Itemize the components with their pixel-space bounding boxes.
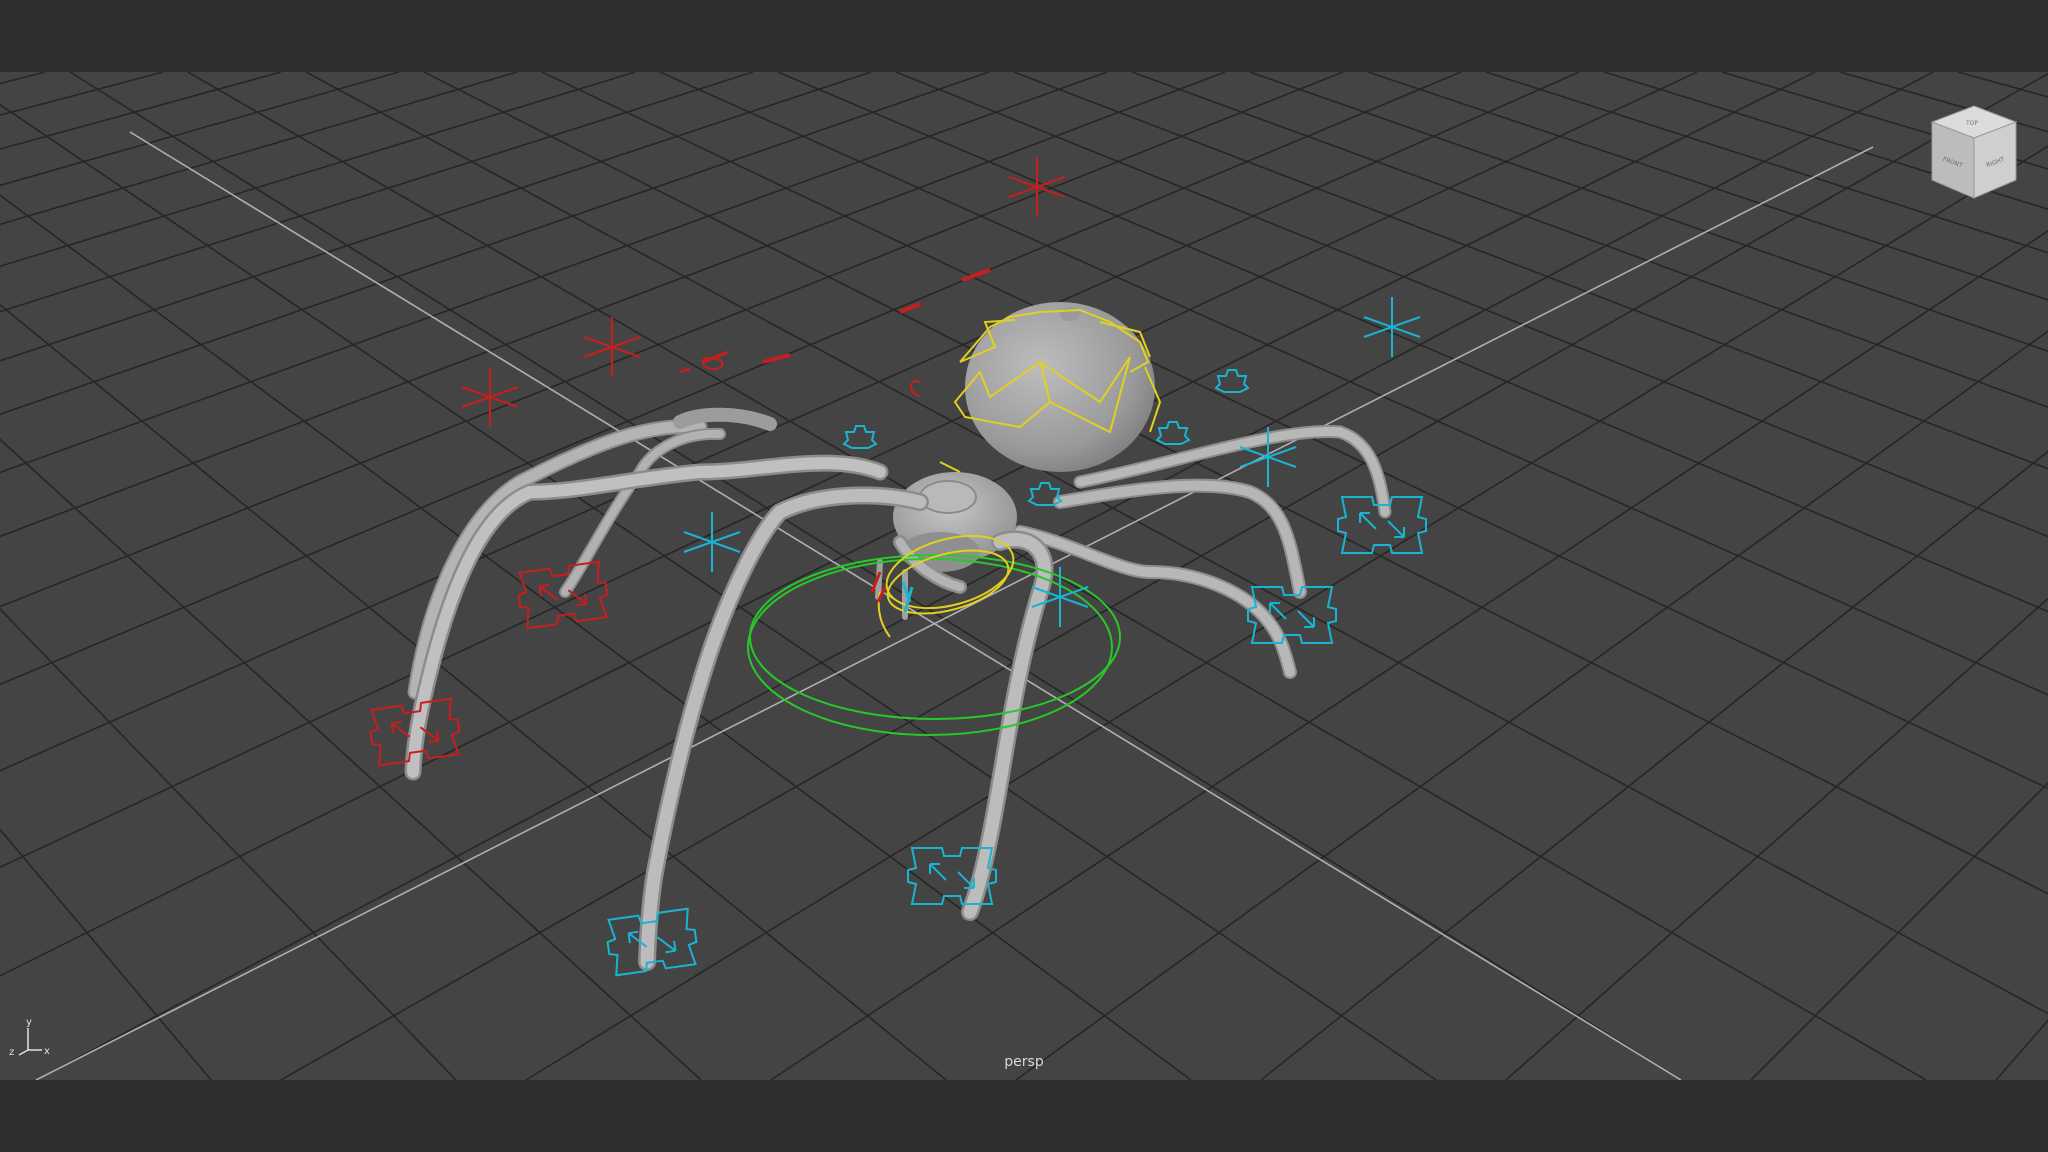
grid-line: [35, 72, 1934, 1080]
grid-line: [0, 194, 1192, 1080]
grid-line: [0, 72, 1698, 869]
grid-line: [1603, 72, 2048, 211]
viewport-scene[interactable]: [0, 72, 2048, 1080]
grid-line: [895, 72, 2048, 538]
grid-line: [777, 72, 2048, 613]
left-leg-controls[interactable]: [366, 156, 1066, 767]
grid-line: [0, 72, 1462, 686]
grid-line: [0, 72, 1580, 772]
grid-line: [1750, 781, 2048, 1080]
grid-line: [659, 72, 2048, 696]
pole-vector-left-1: [461, 366, 519, 428]
grid-origin-axes: [35, 131, 1874, 1080]
grid-line: [1957, 72, 2048, 98]
pole-vector-left-3: [1008, 156, 1066, 218]
grid-line: [1505, 597, 2048, 1080]
grid-line: [1839, 72, 2048, 133]
viewcube-top-label: TOP: [1965, 120, 1978, 127]
pole-vector-right-4: [1363, 296, 1421, 358]
grid-line: [0, 607, 457, 1080]
grid-line: [0, 828, 212, 1080]
grid-line: [0, 438, 702, 1080]
top-letterbox-bar: [0, 0, 2048, 72]
spider-spinneret: [1060, 307, 1080, 321]
foot-control-right-4: [1337, 496, 1427, 554]
grid-line: [0, 72, 400, 187]
camera-name-label: persp: [1004, 1054, 1044, 1070]
pole-vector-left-2: [583, 316, 641, 378]
axis-y-label: y: [26, 1017, 32, 1028]
grid-line: [1995, 1019, 2048, 1080]
viewcube-navigation[interactable]: TOP FRONT RIGHT: [1924, 102, 2024, 202]
spider-abdomen[interactable]: [965, 302, 1155, 472]
bottom-letterbox-bar: [0, 1080, 2048, 1152]
leg-fk-control-4: [1215, 369, 1249, 393]
grid-line: [1367, 72, 2048, 301]
grid-line: [1260, 450, 2048, 1080]
grid-line: [1721, 72, 2048, 170]
ground-grid: [0, 72, 2048, 1080]
3d-viewport-persp[interactable]: TOP FRONT RIGHT y x z persp: [0, 72, 2048, 1080]
leg-fk-control-1: [843, 425, 877, 449]
leg-fk-control-3: [1156, 421, 1190, 445]
grid-line: [0, 103, 1437, 1080]
grid-line: [69, 72, 1682, 1080]
